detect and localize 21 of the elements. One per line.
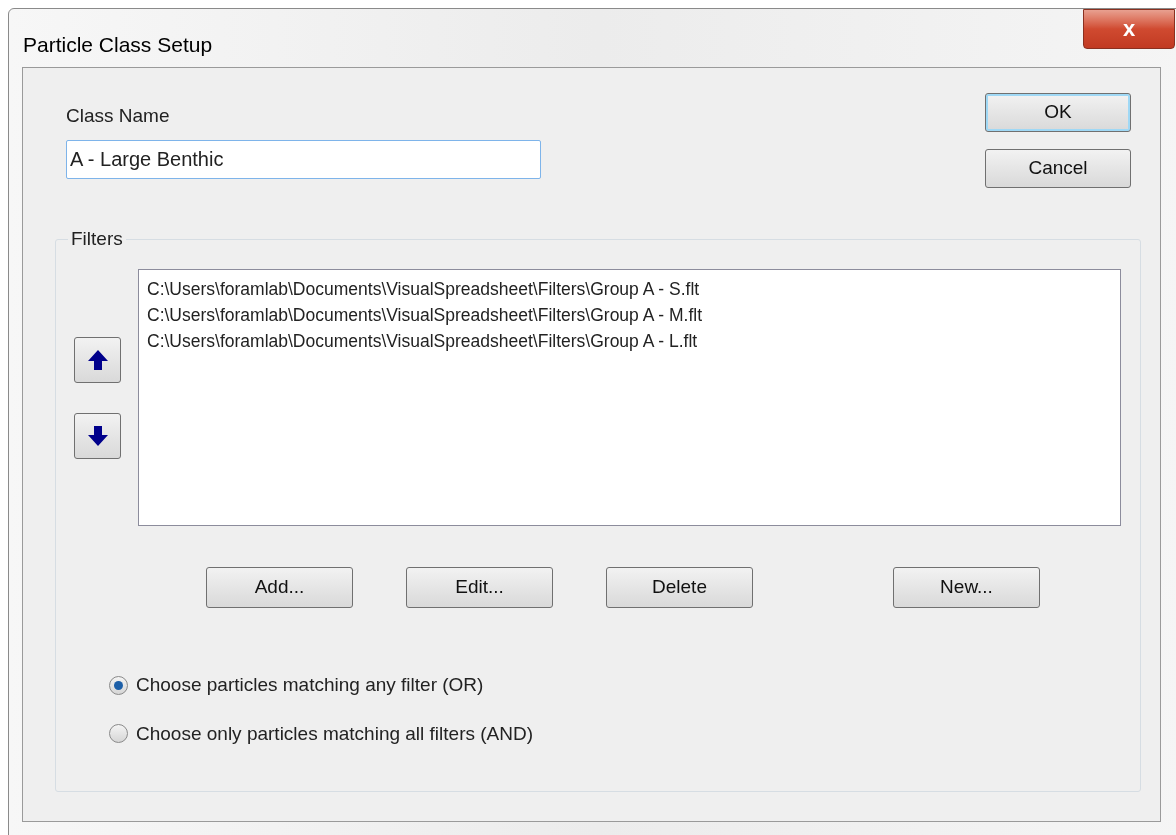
filter-list-item[interactable]: C:\Users\foramlab\Documents\VisualSpreadsheet\Filters\Group A - M.flt: [147, 302, 1120, 328]
move-up-button[interactable]: [74, 337, 121, 383]
add-button[interactable]: Add...: [206, 567, 353, 608]
up-arrow-icon: [86, 349, 109, 371]
filter-list-item[interactable]: C:\Users\foramlab\Documents\VisualSpreadsheet\Filters\Group A - L.flt: [147, 328, 1120, 354]
delete-button[interactable]: Delete: [606, 567, 753, 608]
cancel-button[interactable]: Cancel: [985, 149, 1131, 188]
radio-button[interactable]: [109, 724, 128, 744]
radio-button[interactable]: [109, 675, 128, 695]
radio-label: Choose particles matching any filter (OR): [136, 673, 484, 697]
filter-list-item[interactable]: C:\Users\foramlab\Documents\VisualSpreadsheet\Filters\Group A - S.flt: [147, 276, 1120, 302]
ok-button[interactable]: OK: [985, 93, 1131, 132]
window-title: Particle Class Setup: [23, 32, 213, 58]
class-name-field[interactable]: A - Large Benthic: [66, 139, 541, 179]
new-button[interactable]: New...: [893, 567, 1040, 608]
close-button[interactable]: x: [1083, 9, 1175, 49]
radio-label: Choose only particles matching all filters (AND): [136, 721, 534, 746]
move-down-button[interactable]: [74, 413, 121, 459]
class-name-label: Class Name: [66, 104, 171, 128]
down-arrow-icon: [86, 425, 109, 447]
edit-button[interactable]: Edit...: [406, 567, 553, 608]
